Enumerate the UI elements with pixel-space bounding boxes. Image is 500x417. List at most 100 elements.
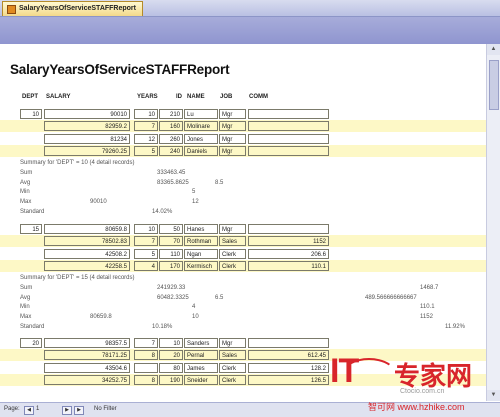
col-header-dept: DEPT xyxy=(22,94,39,100)
cell-id[interactable]: 50 xyxy=(159,224,183,234)
cell-job[interactable]: Clerk xyxy=(219,248,246,259)
col-header-job: JOB xyxy=(220,94,233,100)
cell-job[interactable]: Mgr xyxy=(219,109,246,119)
summary-years-min: 4 xyxy=(192,304,196,311)
cell-job[interactable]: Clerk xyxy=(219,260,246,271)
summary-label-standard: Standard xyxy=(20,323,45,330)
cell-comm[interactable]: 110.1 xyxy=(248,260,329,271)
cell-name[interactable]: Pernal xyxy=(184,350,218,361)
cell-salary[interactable]: 78171.25 xyxy=(44,350,130,361)
report-title: SalaryYearsOfServiceSTAFFReport xyxy=(10,62,230,77)
filter-status[interactable]: No Filter xyxy=(94,406,117,412)
scroll-up-arrow-icon[interactable]: ▲ xyxy=(487,44,500,55)
cell-job[interactable]: Mgr xyxy=(219,133,246,144)
watermark-url: Ctocio.com.cn xyxy=(400,388,445,395)
cell-comm[interactable] xyxy=(248,133,329,144)
cell-salary[interactable]: 90010 xyxy=(44,109,130,119)
cell-id[interactable]: 240 xyxy=(159,145,183,156)
cell-name[interactable]: Sneider xyxy=(184,374,218,385)
next-page-icon[interactable]: ▶ xyxy=(62,406,72,415)
cell-name[interactable]: Molinare xyxy=(184,121,218,132)
cell-id[interactable]: 170 xyxy=(159,260,183,271)
cell-id[interactable]: 80 xyxy=(159,362,183,373)
scroll-thumb[interactable] xyxy=(489,60,499,110)
cell-job[interactable]: Mgr xyxy=(219,224,246,234)
cell-name[interactable]: Kermisch xyxy=(184,260,218,271)
cell-id[interactable]: 20 xyxy=(159,350,183,361)
table-row: 10 90010 10 210 Lu Mgr xyxy=(0,108,486,120)
cell-name[interactable]: Rothman xyxy=(184,236,218,247)
summary-comm-avg: 489.566666666667 xyxy=(365,294,417,301)
cell-salary[interactable]: 43504.6 xyxy=(44,362,130,373)
cell-salary[interactable]: 34252.75 xyxy=(44,374,130,385)
summary-label-avg: Avg xyxy=(20,179,31,186)
cell-job[interactable]: Clerk xyxy=(219,374,246,385)
vertical-scrollbar[interactable]: ▲ ▼ xyxy=(486,44,500,401)
cell-id[interactable]: 210 xyxy=(159,109,183,119)
cell-comm[interactable] xyxy=(248,224,329,234)
cell-years[interactable] xyxy=(134,362,158,373)
first-page-icon[interactable]: ◀ xyxy=(24,406,34,415)
cell-dept[interactable]: 10 xyxy=(20,109,42,119)
summary-title: Summary for 'DEPT' = 10 (4 detail record… xyxy=(20,160,135,167)
cell-years[interactable]: 8 xyxy=(134,350,158,361)
cell-id[interactable]: 260 xyxy=(159,133,183,144)
cell-job[interactable]: Clerk xyxy=(219,362,246,373)
cell-comm[interactable]: 128.2 xyxy=(248,362,329,373)
cell-salary[interactable]: 79260.25 xyxy=(44,145,130,156)
cell-years[interactable]: 10 xyxy=(134,109,158,119)
cell-salary[interactable]: 98357.5 xyxy=(44,338,130,348)
cell-salary[interactable]: 42258.5 xyxy=(44,260,130,271)
cell-years[interactable]: 7 xyxy=(134,121,158,132)
cell-dept[interactable]: 20 xyxy=(20,338,42,348)
cell-name[interactable]: James xyxy=(184,362,218,373)
cell-salary[interactable]: 42508.2 xyxy=(44,248,130,259)
cell-id[interactable]: 10 xyxy=(159,338,183,348)
cell-comm[interactable]: 126.5 xyxy=(248,374,329,385)
cell-years[interactable]: 8 xyxy=(134,374,158,385)
cell-comm[interactable] xyxy=(248,121,329,132)
cell-comm[interactable] xyxy=(248,338,329,348)
cell-years[interactable]: 7 xyxy=(134,338,158,348)
cell-years[interactable]: 12 xyxy=(134,133,158,144)
cell-name[interactable]: Ngan xyxy=(184,248,218,259)
cell-id[interactable]: 160 xyxy=(159,121,183,132)
cell-id[interactable]: 190 xyxy=(159,374,183,385)
cell-id[interactable]: 110 xyxy=(159,248,183,259)
cell-salary[interactable]: 81234 xyxy=(44,133,130,144)
cell-job[interactable]: Sales xyxy=(219,350,246,361)
watermark-bottom: 智可网 www.hzhike.com xyxy=(368,402,465,412)
cell-comm[interactable]: 206.6 xyxy=(248,248,329,259)
cell-name[interactable]: Lu xyxy=(184,109,218,119)
cell-comm[interactable]: 1152 xyxy=(248,236,329,247)
cell-comm[interactable] xyxy=(248,109,329,119)
cell-years[interactable]: 5 xyxy=(134,248,158,259)
cell-salary[interactable]: 82959.2 xyxy=(44,121,130,132)
summary-salary-avg: 83365.8625 xyxy=(157,179,189,186)
cell-name[interactable]: Sanders xyxy=(184,338,218,348)
watermark-it: IT xyxy=(330,352,359,390)
cell-years[interactable]: 4 xyxy=(134,260,158,271)
cell-name[interactable]: Hanes xyxy=(184,224,218,234)
cell-years[interactable]: 7 xyxy=(134,236,158,247)
cell-name[interactable]: Jones xyxy=(184,133,218,144)
page-number[interactable]: 1 xyxy=(36,406,39,412)
cell-job[interactable]: Sales xyxy=(219,236,246,247)
cell-comm[interactable] xyxy=(248,145,329,156)
cell-salary[interactable]: 80659.8 xyxy=(44,224,130,234)
table-row: 78502.83 7 70 Rothman Sales 1152 xyxy=(0,235,486,248)
cell-years[interactable]: 5 xyxy=(134,145,158,156)
cell-job[interactable]: Mgr xyxy=(219,121,246,132)
table-row: 79260.25 5 240 Daniels Mgr xyxy=(0,144,486,157)
cell-comm[interactable]: 612.45 xyxy=(248,350,329,361)
cell-job[interactable]: Mgr xyxy=(219,338,246,348)
cell-salary[interactable]: 78502.83 xyxy=(44,236,130,247)
summary-comm-max: 1152 xyxy=(420,314,433,320)
cell-id[interactable]: 70 xyxy=(159,236,183,247)
cell-dept[interactable]: 15 xyxy=(20,224,42,234)
cell-job[interactable]: Mgr xyxy=(219,145,246,156)
report-tab[interactable]: SalaryYearsOfServiceSTAFFReport xyxy=(2,1,143,16)
last-page-icon[interactable]: ▶ xyxy=(74,406,84,415)
cell-years[interactable]: 10 xyxy=(134,224,158,234)
cell-name[interactable]: Daniels xyxy=(184,145,218,156)
